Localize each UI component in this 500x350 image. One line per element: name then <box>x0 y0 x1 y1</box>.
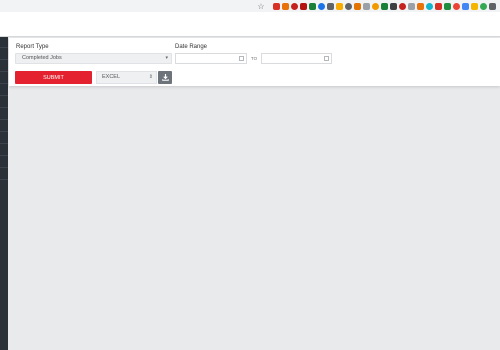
date-from-input[interactable] <box>175 53 247 64</box>
export-format-select[interactable]: EXCEL ⇕ <box>96 71 157 84</box>
extension-icon[interactable] <box>318 2 325 10</box>
extension-icon[interactable] <box>372 2 379 10</box>
extension-icon[interactable] <box>426 2 433 10</box>
sidebar-divider <box>0 179 8 180</box>
chevron-down-icon: ▾ <box>165 55 168 61</box>
sidebar-divider <box>0 131 8 132</box>
extension-icon[interactable] <box>354 2 361 10</box>
extension-icon[interactable] <box>390 2 397 10</box>
date-to-separator: TO <box>250 56 258 61</box>
browser-toolbar: ☆ <box>0 0 500 12</box>
extension-icon[interactable] <box>417 2 424 10</box>
extension-icon[interactable] <box>291 2 298 10</box>
sidebar-divider <box>0 143 8 144</box>
extension-icon[interactable] <box>363 2 370 10</box>
extension-icon[interactable] <box>489 2 496 10</box>
sidebar-divider <box>0 119 8 120</box>
extension-icon[interactable] <box>435 2 442 10</box>
report-type-label: Report Type <box>16 44 49 50</box>
sidebar-divider <box>0 83 8 84</box>
extension-icon[interactable] <box>408 2 415 10</box>
report-type-select[interactable]: Completed Jobs ▾ <box>15 53 172 64</box>
sidebar-divider <box>0 47 8 48</box>
extension-icon[interactable] <box>381 2 388 10</box>
download-button[interactable] <box>158 71 172 84</box>
sidebar-divider <box>0 167 8 168</box>
calendar-icon[interactable] <box>239 56 244 61</box>
extension-icon[interactable] <box>309 2 316 10</box>
extension-icon[interactable] <box>327 2 334 10</box>
extension-icon[interactable] <box>345 2 352 10</box>
extensions-bar: ☆ <box>257 1 496 11</box>
sidebar-divider <box>0 71 8 72</box>
report-type-value: Completed Jobs <box>22 55 62 61</box>
submit-button[interactable]: SUBMIT <box>15 71 92 84</box>
extension-icon[interactable] <box>453 2 460 10</box>
star-bookmark-icon[interactable]: ☆ <box>257 2 265 10</box>
date-range-label: Date Range <box>175 44 208 50</box>
extension-icon[interactable] <box>480 2 487 10</box>
extension-icon[interactable] <box>399 2 406 10</box>
page-header <box>0 12 500 37</box>
extension-icon[interactable] <box>471 2 478 10</box>
extension-icon[interactable] <box>300 2 307 10</box>
sidebar-divider <box>0 107 8 108</box>
sidebar-divider <box>0 155 8 156</box>
extension-icon[interactable] <box>462 2 469 10</box>
extension-icon[interactable] <box>282 2 289 10</box>
up-down-arrows-icon: ⇕ <box>148 74 153 80</box>
calendar-icon[interactable] <box>324 56 329 61</box>
extension-icon[interactable] <box>273 2 280 10</box>
sidebar-divider <box>0 95 8 96</box>
extension-icon[interactable] <box>444 2 451 10</box>
sidebar-divider <box>0 59 8 60</box>
download-icon <box>161 74 169 81</box>
export-format-value: EXCEL <box>102 74 121 80</box>
left-sidebar <box>0 37 8 350</box>
extension-icon[interactable] <box>336 2 343 10</box>
date-to-input[interactable] <box>261 53 332 64</box>
